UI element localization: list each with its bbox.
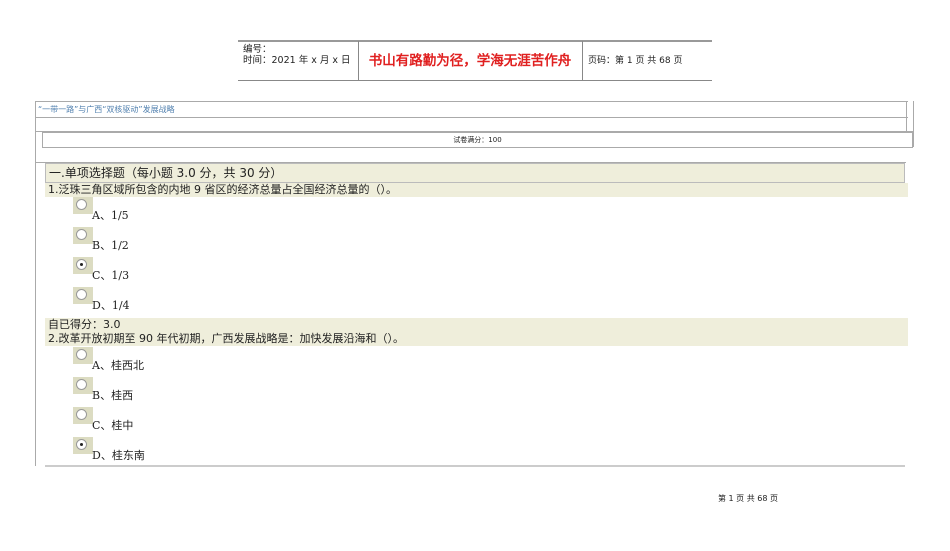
- page-indicator: 页码：第 1 页 共 68 页: [588, 56, 683, 66]
- right-border: [913, 101, 914, 147]
- radio-q1-b[interactable]: [73, 227, 93, 244]
- course-title: “一带一路”与广西“双核驱动”发展战略: [36, 101, 908, 118]
- option-q2-d: D、桂东南: [92, 449, 145, 462]
- radio-q2-b[interactable]: [73, 377, 93, 394]
- section-title: 一.单项选择题（每小题 3.0 分，共 30 分）: [45, 163, 905, 183]
- question-1: 1.泛珠三角区域所包含的内地 9 省区的经济总量占全国经济总量的（）。: [45, 183, 908, 197]
- doc-time-label: 时间：2021 年 x 月 x 日: [243, 55, 351, 66]
- radio-q1-c[interactable]: [73, 257, 93, 274]
- radio-q2-a[interactable]: [73, 347, 93, 364]
- bottom-rule: [45, 465, 905, 467]
- option-q1-a: A、1/5: [92, 209, 129, 222]
- question-2: 2.改革开放初期至 90 年代初期，广西发展战略是：加快发展沿海和（）。: [45, 332, 908, 346]
- left-border: [35, 101, 36, 466]
- radio-q1-a[interactable]: [73, 197, 93, 214]
- option-q2-a: A、桂西北: [92, 359, 144, 372]
- question-1-score: 自已得分：3.0: [45, 318, 908, 332]
- radio-q2-c[interactable]: [73, 407, 93, 424]
- motto: 书山有路勤为径，学海无涯苦作舟: [368, 53, 572, 69]
- option-q1-c: C、1/3: [92, 269, 130, 282]
- header-divider: [582, 41, 583, 81]
- option-q2-c: C、桂中: [92, 419, 134, 432]
- radio-q2-d[interactable]: [73, 437, 93, 454]
- page-footer: 第 1 页 共 68 页: [718, 494, 778, 503]
- option-q1-b: B、1/2: [92, 239, 129, 252]
- option-q2-b: B、桂西: [92, 389, 134, 402]
- radio-q1-d[interactable]: [73, 287, 93, 304]
- option-q1-d: D、1/4: [92, 299, 130, 312]
- full-score: 试卷满分：100: [42, 132, 913, 148]
